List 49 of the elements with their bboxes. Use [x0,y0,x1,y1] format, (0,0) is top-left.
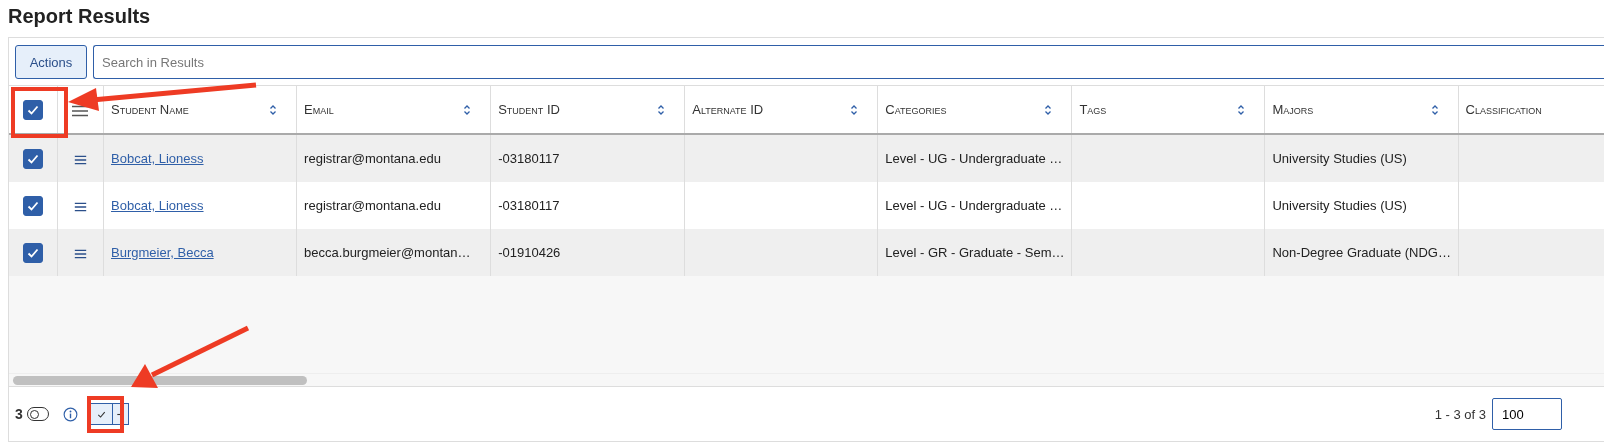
table-cell: University Studies (US) [1272,198,1407,213]
info-icon[interactable] [62,406,78,422]
menu-icon[interactable] [73,153,87,166]
row-checkbox[interactable] [22,195,43,216]
table-cell: -01910426 [498,245,561,260]
column-header[interactable]: Alternate ID [692,102,764,117]
row-checkbox[interactable] [22,148,43,169]
column-header[interactable]: Tags [1079,102,1107,117]
column-header[interactable]: Email [304,102,334,117]
student-name-link[interactable]: Bobcat, Lioness [111,151,204,166]
menu-icon[interactable] [73,247,87,260]
highlight-box [11,87,68,138]
page-title: Report Results [7,4,152,29]
table-cell: -03180117 [498,151,560,166]
column-header[interactable]: Categories [885,102,947,117]
column-header[interactable]: Student ID [498,102,560,117]
scrollbar-thumb[interactable] [13,376,307,385]
column-header[interactable]: Student Name [111,102,189,117]
sort-icon[interactable] [1044,103,1053,116]
column-header[interactable]: Majors [1272,102,1314,117]
highlight-box [87,396,124,433]
column-header[interactable]: Classification [1465,102,1542,117]
sort-icon[interactable] [657,103,666,116]
table-cell: Level - GR - Graduate - Sem… [885,245,1065,260]
search-field[interactable]: Search in Results [93,45,1604,79]
table-cell: becca.burgmeier@montan… [304,245,471,260]
select-all-checkbox[interactable] [22,99,43,120]
student-name-link[interactable]: Bobcat, Lioness [111,198,204,213]
sort-icon[interactable] [1430,103,1439,116]
student-name-link[interactable]: Burgmeier, Becca [111,245,214,260]
sort-icon[interactable] [463,103,472,116]
table-cell: Level - UG - Undergraduate … [885,198,1063,213]
menu-icon[interactable] [73,200,87,213]
table-cell: Level - UG - Undergraduate … [885,151,1063,166]
table-cell: Non-Degree Graduate (NDG… [1272,245,1451,260]
table-cell: -03180117 [498,198,560,213]
actions-button[interactable]: Actions [15,45,87,79]
sort-icon[interactable] [269,103,278,116]
select-all-button[interactable] [89,403,113,425]
table-cell: University Studies (US) [1272,151,1407,166]
sort-icon[interactable] [850,103,859,116]
pagination-label: 1 - 3 of 3 [1434,406,1486,422]
row-checkbox[interactable] [22,242,43,263]
sort-icon[interactable] [1237,103,1246,116]
page-size-field[interactable]: 100 [1492,398,1562,430]
menu-icon[interactable] [72,104,89,117]
table-cell: registrar@montana.edu [304,198,441,213]
selected-count: 3 [15,406,23,422]
table-cell: registrar@montana.edu [304,151,441,166]
